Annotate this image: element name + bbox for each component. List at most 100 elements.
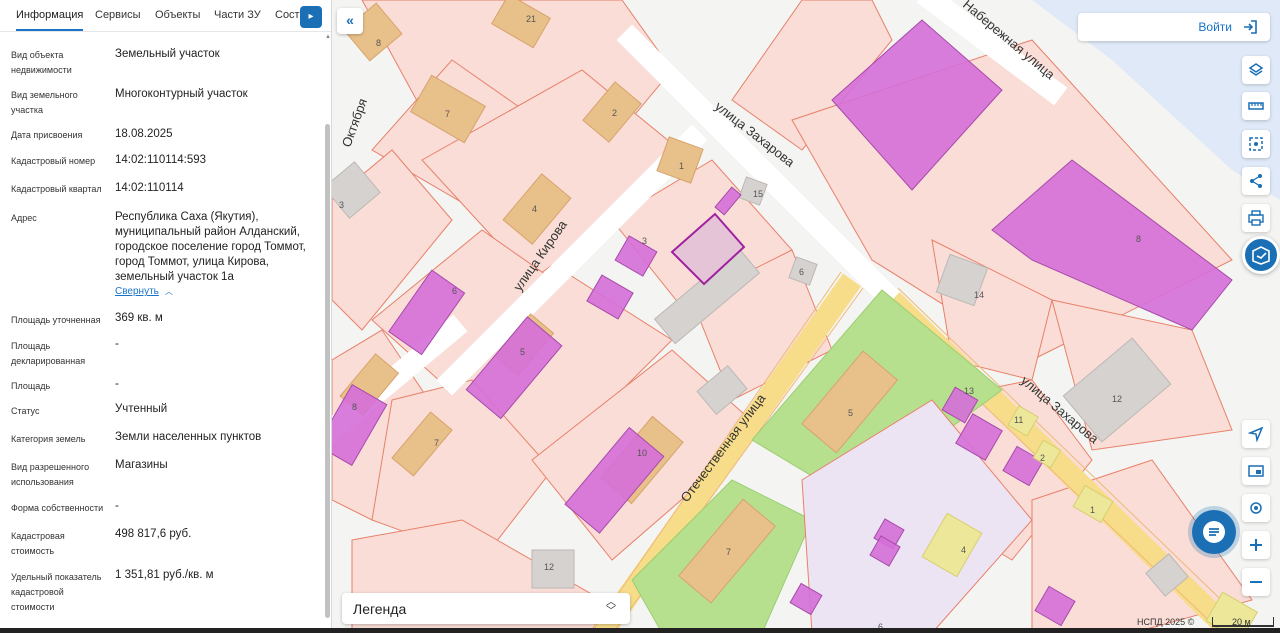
parcel-number: 11: [1014, 415, 1023, 425]
zoom-out-icon: [1250, 581, 1262, 583]
property-label: Вид объекта недвижимости: [11, 50, 72, 75]
address-value: Республика Саха (Якутия), муниципальный …: [115, 211, 306, 283]
navigation-icon: [1248, 426, 1264, 442]
property-value: 1 351,81 руб./кв. м: [115, 569, 214, 581]
navigation-button[interactable]: [1242, 420, 1270, 448]
property-value: 369 кв. м: [115, 312, 163, 324]
collapse-link[interactable]: Свернуть ︿: [115, 286, 173, 297]
parcel-number: 4: [961, 545, 966, 555]
property-value: 498 817,6 руб.: [115, 528, 192, 540]
tab-land-parts[interactable]: Части ЗУ: [214, 0, 261, 31]
tab-services[interactable]: Сервисы: [95, 0, 141, 31]
property-label: Форма собственности: [11, 503, 104, 513]
chevron-right-icon: ▸: [308, 11, 314, 22]
zoom-out-button[interactable]: [1242, 568, 1270, 596]
layers-button[interactable]: [1242, 56, 1270, 84]
login-button[interactable]: Войти: [1078, 13, 1270, 41]
parcel-number: 2: [612, 108, 617, 118]
chat-button[interactable]: [1192, 510, 1236, 554]
parcel-number: 7: [445, 109, 450, 119]
property-label: Площадь: [11, 381, 51, 391]
property-value: Магазины: [115, 459, 168, 471]
property-label: Кадастровый квартал: [11, 184, 102, 194]
property-label: Удельный показатель кадастровой стоимост…: [11, 572, 102, 612]
cadastral-quarter[interactable]: 14:02:110114: [115, 181, 315, 196]
tab-information[interactable]: Информация: [16, 0, 84, 31]
cadastral-number[interactable]: 14:02:110114:593: [115, 153, 315, 168]
parcel-number: 12: [544, 562, 554, 572]
app: Информация Сервисы Объекты Части ЗУ Сост…: [0, 0, 1280, 633]
expand-collapse-icon: ︿ ﹀: [606, 597, 616, 617]
panel-scrollbar[interactable]: [325, 124, 330, 618]
parcel-number: 8: [1136, 234, 1141, 244]
property-label: Статус: [11, 406, 40, 416]
parcel-number: 15: [753, 189, 763, 199]
property-label: Кадастровая стоимость: [11, 531, 65, 556]
bottom-strip: [0, 628, 1280, 633]
legend-label: Легенда: [353, 601, 407, 617]
parcel-number: 12: [1112, 394, 1122, 404]
parcel-number: 8: [352, 402, 357, 412]
property-label: Категория земель: [11, 434, 86, 444]
property-value: Земли населенных пунктов: [115, 431, 262, 443]
property-label: Вид разрешенного использования: [11, 462, 90, 487]
street-label: Октября: [339, 96, 370, 149]
parcel-number: 7: [726, 547, 731, 557]
map-service-button[interactable]: [1242, 236, 1280, 274]
location-icon: [1250, 502, 1262, 514]
property-value: Земельный участок: [115, 48, 220, 60]
ruler-icon: [1248, 102, 1264, 110]
property-label: Кадастровый номер: [11, 156, 96, 166]
parcel-number: 5: [848, 408, 853, 418]
parcel-number: 13: [964, 386, 974, 396]
property-label: Площадь декларированная: [11, 341, 86, 366]
location-button[interactable]: [1242, 494, 1270, 522]
parcel-number: 6: [799, 267, 804, 277]
copyright-text: НСПД 2025 ©: [1137, 617, 1195, 627]
print-button[interactable]: [1242, 204, 1270, 232]
share-button[interactable]: [1242, 167, 1270, 195]
scroll-up-arrow-icon[interactable]: ▲: [325, 34, 331, 40]
parcel-number: 1: [679, 161, 684, 171]
area-select-button[interactable]: [1242, 130, 1270, 158]
collapse-label: Свернуть: [115, 286, 159, 297]
parcel-number: 7: [434, 438, 439, 448]
parcel-number: 21: [526, 14, 536, 24]
property-value: -: [115, 378, 119, 390]
property-value: -: [115, 500, 119, 512]
minimap-button[interactable]: [1242, 457, 1270, 485]
parcel-number: 1: [1090, 505, 1095, 515]
login-label: Войти: [1198, 20, 1232, 34]
parcel-number: 10: [637, 448, 647, 458]
map-service-icon: [1252, 246, 1270, 265]
login-arrow-icon: [1244, 20, 1257, 34]
area-select-icon: [1249, 137, 1263, 151]
tabs-scroll-right-button[interactable]: ▸: [300, 6, 322, 28]
zoom-in-button[interactable]: [1242, 531, 1270, 559]
property-label: Площадь уточненная: [11, 315, 101, 325]
scale-label: 20 м: [1232, 617, 1251, 627]
property-label: Дата присвоения: [11, 130, 83, 140]
parcel-number: 5: [520, 347, 525, 357]
layers-icon: [1248, 63, 1264, 76]
print-icon: [1248, 210, 1264, 226]
parcel-number: 14: [974, 290, 984, 300]
property-value: Учтенный: [115, 403, 168, 415]
property-value: -: [115, 338, 119, 350]
map-canvas[interactable]: улица Захарова улица Кирова Отечественна…: [332, 0, 1280, 633]
double-chevron-left-icon: «: [346, 12, 354, 28]
chat-icon: [1203, 521, 1225, 543]
zoom-in-icon: [1250, 539, 1262, 551]
parcel-number: 3: [642, 236, 647, 246]
property-label: Вид земельного участка: [11, 90, 78, 115]
measure-button[interactable]: [1242, 92, 1270, 120]
collapse-panel-button[interactable]: «: [337, 8, 363, 34]
parcel-number: 3: [339, 200, 344, 210]
info-panel: Информация Сервисы Объекты Части ЗУ Сост…: [0, 0, 332, 633]
share-icon: [1250, 174, 1262, 188]
legend-dropdown[interactable]: Легенда ︿ ﹀: [342, 593, 630, 624]
tab-objects[interactable]: Объекты: [155, 0, 200, 31]
tab-bar: Информация Сервисы Объекты Части ЗУ Сост…: [0, 0, 331, 32]
parcel-number: 4: [532, 204, 537, 214]
property-label: Адрес: [11, 213, 37, 223]
